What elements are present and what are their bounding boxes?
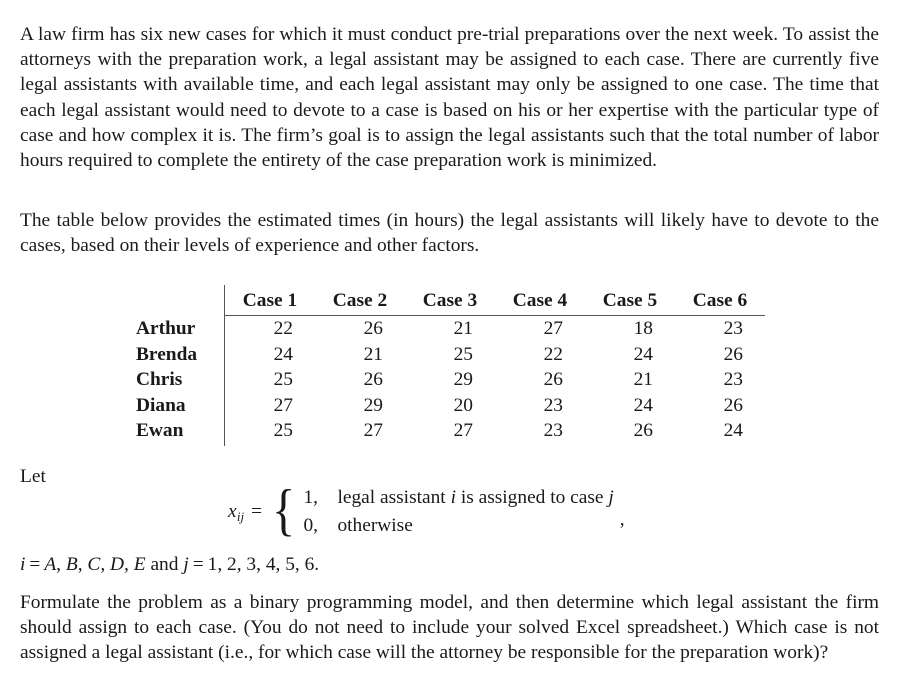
- row-label-chris: Chris: [136, 367, 225, 393]
- cell-arthur-case-6: 23: [723, 318, 743, 339]
- index-i-variable: i: [20, 554, 26, 575]
- let-label: Let: [20, 466, 46, 487]
- cell-diana-case-4: 23: [543, 394, 563, 416]
- cell-brenda-case-5: 24: [633, 343, 653, 365]
- assignment-cost-table: Case 1 Case 2 Case 3 Case 4 Case 5 Case …: [136, 285, 765, 446]
- cell-chris-case-1: 25: [273, 369, 293, 390]
- row-label-diana: Diana: [136, 392, 225, 418]
- cell-chris-case-4: 26: [543, 369, 563, 390]
- formula-trailing-comma: ,: [619, 509, 625, 530]
- formula-variable-subscript: ij: [236, 509, 245, 524]
- formula-equals-sign: =: [251, 501, 263, 522]
- index-i-values: A, B, C, D, E: [44, 554, 146, 575]
- formula-cases: 1, legal assistant i is assigned to case…: [303, 484, 613, 540]
- column-header-case-3: Case 3: [405, 285, 495, 316]
- formula-variable-base: x: [228, 501, 237, 522]
- formula-case-1-value: 1,: [303, 487, 318, 508]
- index-j-values: 1, 2, 3, 4, 5, 6.: [207, 554, 320, 575]
- index-conjunction: and: [150, 554, 179, 575]
- cell-brenda-case-2: 21: [363, 343, 383, 365]
- row-label-ewan: Ewan: [136, 418, 225, 446]
- formula-index-ranges: i = A, B, C, D, E and j = 1, 2, 3, 4, 5, 6.: [20, 554, 319, 576]
- cell-brenda-case-3: 25: [453, 343, 473, 365]
- index-i-equals: =: [29, 554, 41, 575]
- column-header-case-4: Case 4: [495, 285, 585, 316]
- formula-definition: xij = { 1, legal assistant i is assigned…: [228, 479, 625, 543]
- table-head: Case 1 Case 2 Case 3 Case 4 Case 5 Case …: [136, 285, 765, 316]
- table-row: Arthur 22 26 21 27 18 23: [136, 315, 765, 342]
- cell-diana-case-2: 29: [363, 394, 383, 416]
- cell-chris-case-2: 26: [363, 369, 383, 390]
- cell-brenda-case-6: 26: [723, 343, 743, 365]
- column-header-case-6: Case 6: [675, 285, 765, 316]
- table-corner-header: [136, 285, 225, 316]
- formula-case-row-2: 0, otherwise: [303, 512, 613, 540]
- formula-case-1-text: legal assistant i is assigned to case j: [337, 484, 613, 512]
- cell-chris-case-5: 21: [633, 369, 653, 390]
- cell-arthur-case-1: 22: [273, 318, 293, 339]
- row-label-arthur: Arthur: [136, 315, 225, 342]
- cell-arthur-case-4: 27: [543, 318, 563, 339]
- cell-arthur-case-2: 26: [363, 318, 383, 339]
- cell-diana-case-1: 27: [273, 394, 293, 416]
- cell-brenda-case-4: 22: [543, 343, 563, 365]
- column-header-case-1: Case 1: [224, 285, 315, 316]
- cell-diana-case-5: 24: [633, 394, 653, 416]
- paragraph-problem-statement: A law firm has six new cases for which i…: [20, 24, 879, 172]
- formula-case-2-value: 0,: [303, 515, 318, 536]
- table-row: Brenda 24 21 25 22 24 26: [136, 341, 765, 367]
- formula-case-row-1: 1, legal assistant i is assigned to case…: [303, 484, 613, 512]
- cell-chris-case-6: 23: [723, 369, 743, 390]
- table-header-row: Case 1 Case 2 Case 3 Case 4 Case 5 Case …: [136, 285, 765, 316]
- cell-arthur-case-5: 18: [633, 318, 653, 339]
- table-row: Chris 25 26 29 26 21 23: [136, 367, 765, 393]
- row-label-brenda: Brenda: [136, 341, 225, 367]
- formula-case-1-var-i: i: [450, 487, 456, 508]
- cell-ewan-case-2: 27: [363, 420, 383, 441]
- formula-case-1-text-before: legal assistant: [337, 487, 446, 508]
- cell-brenda-case-1: 24: [273, 343, 293, 365]
- cell-ewan-case-6: 24: [723, 420, 743, 441]
- cost-table-wrapper: Case 1 Case 2 Case 3 Case 4 Case 5 Case …: [136, 285, 765, 446]
- table-row: Ewan 25 27 27 23 26 24: [136, 418, 765, 446]
- column-header-case-2: Case 2: [315, 285, 405, 316]
- table-row: Diana 27 29 20 23 24 26: [136, 392, 765, 418]
- cell-ewan-case-3: 27: [453, 420, 473, 441]
- column-header-case-5: Case 5: [585, 285, 675, 316]
- table-body: Arthur 22 26 21 27 18 23 Brenda 24 21 25…: [136, 315, 765, 446]
- cell-ewan-case-1: 25: [273, 420, 293, 441]
- formula-case-1-var-j: j: [608, 487, 614, 508]
- formula-case-1-text-mid: is assigned to case: [460, 487, 604, 508]
- cell-diana-case-6: 26: [723, 394, 743, 416]
- cell-chris-case-3: 29: [453, 369, 473, 390]
- index-j-variable: j: [183, 554, 189, 575]
- left-curly-brace-icon: {: [272, 479, 296, 543]
- document-page: A law firm has six new cases for which i…: [0, 0, 904, 700]
- cell-ewan-case-5: 26: [633, 420, 653, 441]
- formula-variable: xij: [228, 501, 245, 524]
- cell-diana-case-3: 20: [453, 394, 473, 416]
- paragraph-table-intro: The table below provides the estimated t…: [20, 210, 879, 257]
- formula-case-2-text: otherwise: [337, 515, 413, 536]
- index-j-equals: =: [192, 554, 204, 575]
- cell-arthur-case-3: 21: [453, 318, 473, 339]
- paragraph-question: Formulate the problem as a binary progra…: [20, 592, 879, 664]
- cell-ewan-case-4: 23: [543, 420, 563, 441]
